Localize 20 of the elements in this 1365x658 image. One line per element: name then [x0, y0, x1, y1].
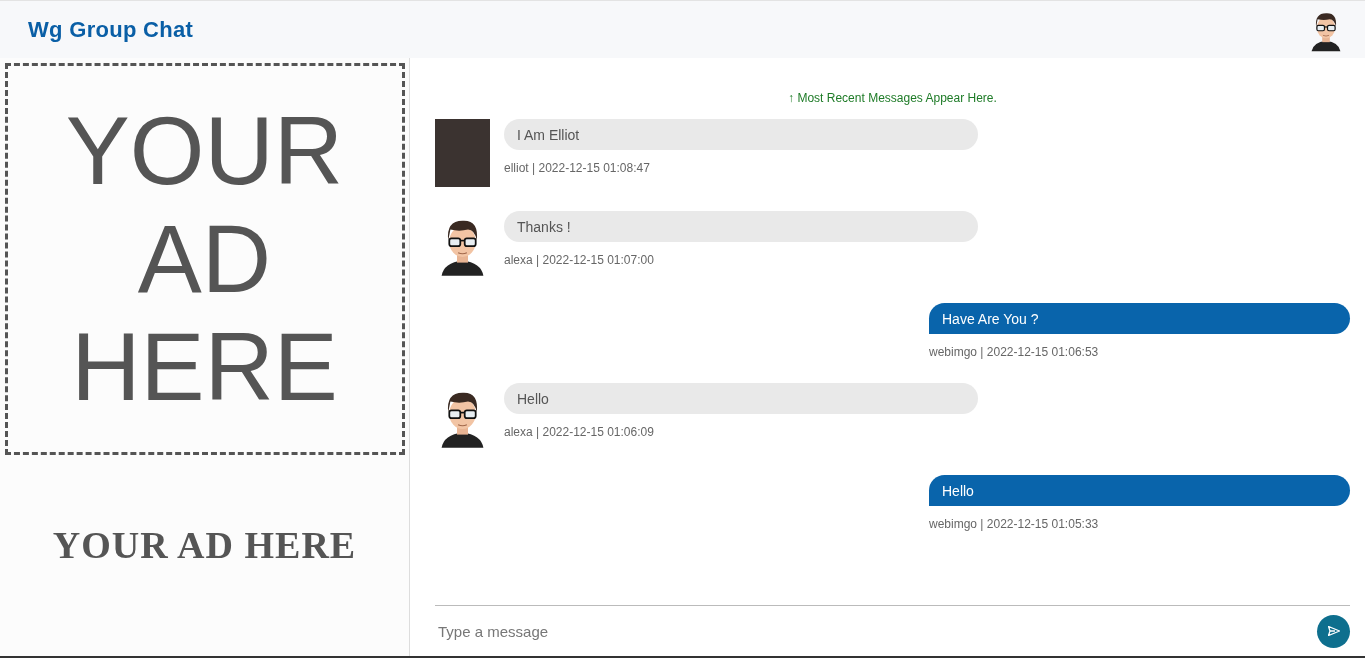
message-meta: alexa | 2022-12-15 01:07:00 [504, 253, 655, 267]
message-meta: alexa | 2022-12-15 01:06:09 [504, 425, 655, 439]
message-bubble: Hello [504, 383, 978, 414]
send-icon [1327, 626, 1340, 636]
message-meta: webimgo | 2022-12-15 01:06:53 [929, 345, 1099, 359]
ad-text: AD [137, 205, 272, 313]
photo-placeholder [435, 119, 490, 187]
send-button[interactable] [1317, 614, 1350, 648]
notice-text: ↑ Most Recent Messages Appear Here. [787, 91, 998, 105]
message-bubble: Have Are You ? [929, 303, 1350, 334]
message-meta: elliot | 2022-12-15 01:08:47 [504, 161, 651, 175]
message-bubble: Thanks ! [504, 211, 978, 242]
app-title: Wg Group Chat [28, 16, 194, 43]
ad-text: HERE [71, 313, 338, 421]
ad-caption: YOUR AD HERE [52, 523, 357, 567]
ad-text: YOUR [65, 97, 344, 205]
message-input[interactable]: Type a message [435, 622, 1317, 640]
message-bubble: I Am Elliot [504, 119, 978, 150]
message-bubble: Hello [929, 475, 1350, 506]
message-meta: webimgo | 2022-12-15 01:05:33 [929, 517, 1099, 531]
